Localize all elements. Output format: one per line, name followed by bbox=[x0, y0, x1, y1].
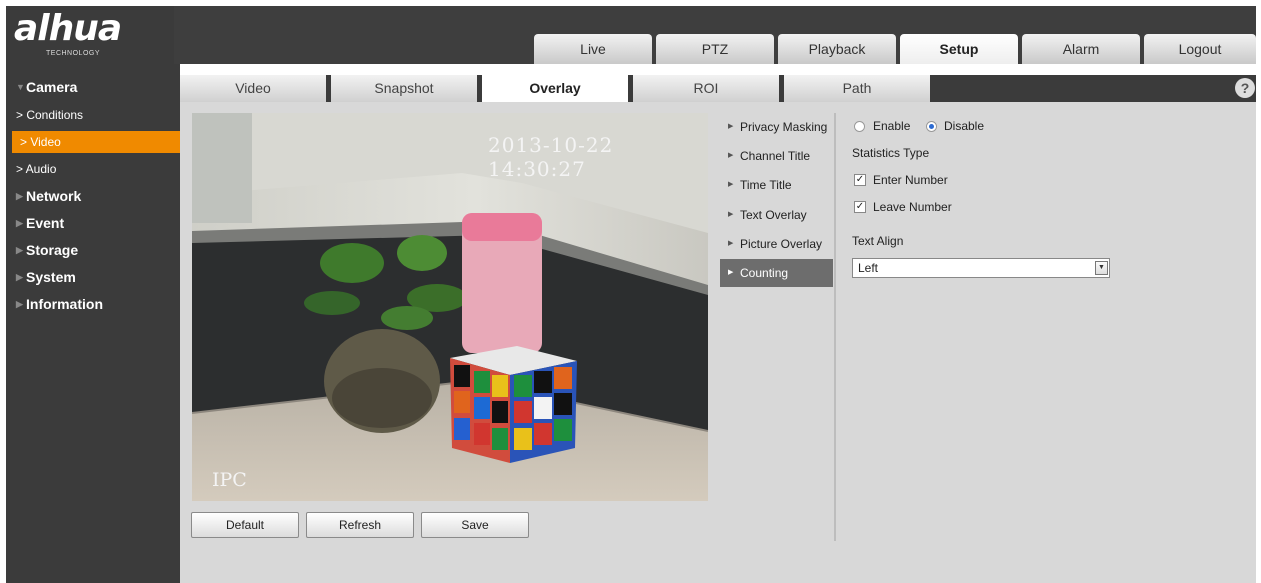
statistics-type-label: Statistics Type bbox=[852, 146, 930, 160]
enter-number-checkbox[interactable]: ✓ bbox=[854, 174, 866, 186]
overlay-menu: ▶ Privacy Masking ▶ Channel Title ▶ Time… bbox=[718, 113, 834, 543]
tab-roi[interactable]: ROI bbox=[633, 75, 779, 102]
sidebar: ▼ Camera > Conditions > Video > Audio ▶ … bbox=[6, 64, 180, 583]
triangle-right-icon: ▶ bbox=[728, 240, 734, 247]
enter-number-label: Enter Number bbox=[873, 173, 948, 187]
top-tab-setup[interactable]: Setup bbox=[900, 34, 1018, 64]
menu-item-counting[interactable]: ▶ Counting bbox=[720, 259, 833, 287]
top-tab-playback[interactable]: Playback bbox=[778, 34, 896, 64]
sidebar-subitem-audio[interactable]: > Audio bbox=[6, 158, 180, 180]
disable-radio[interactable] bbox=[926, 121, 937, 132]
sidebar-item-label: Network bbox=[26, 188, 82, 204]
leave-number-label: Leave Number bbox=[873, 200, 952, 214]
counting-settings: Enable Disable Statistics Type ✓ Enter N… bbox=[852, 113, 1252, 313]
sidebar-item-label: Event bbox=[26, 215, 65, 231]
tab-path[interactable]: Path bbox=[784, 75, 930, 102]
menu-item-time-title[interactable]: ▶ Time Title bbox=[720, 171, 833, 199]
sidebar-item-storage[interactable]: ▶ Storage bbox=[6, 239, 180, 261]
sidebar-subitem-label: > Audio bbox=[16, 162, 57, 176]
sidebar-item-camera[interactable]: ▼ Camera bbox=[6, 76, 180, 98]
sidebar-item-label: Storage bbox=[26, 242, 79, 258]
brand-logo: alhua TECHNOLOGY bbox=[6, 6, 174, 64]
sidebar-subitem-conditions[interactable]: > Conditions bbox=[6, 104, 180, 126]
video-preview: 2013-10-22 14:30:27 IPC bbox=[192, 113, 708, 501]
menu-item-text-overlay[interactable]: ▶ Text Overlay bbox=[720, 201, 833, 229]
triangle-right-icon: ▶ bbox=[728, 152, 734, 159]
menu-item-picture-overlay[interactable]: ▶ Picture Overlay bbox=[720, 230, 833, 258]
question-circle-icon[interactable]: ? bbox=[1235, 78, 1255, 98]
video-timestamp: 2013-10-22 14:30:27 bbox=[488, 133, 614, 181]
triangle-right-icon: ▶ bbox=[16, 218, 23, 228]
tab-video[interactable]: Video bbox=[180, 75, 326, 102]
triangle-right-icon: ▶ bbox=[16, 245, 23, 255]
menu-item-label: Channel Title bbox=[740, 149, 811, 163]
top-tab-logout[interactable]: Logout bbox=[1144, 34, 1256, 64]
menu-item-label: Counting bbox=[740, 266, 789, 280]
top-tab-alarm[interactable]: Alarm bbox=[1022, 34, 1140, 64]
brand-subtitle: TECHNOLOGY bbox=[46, 50, 101, 57]
disable-label: Disable bbox=[944, 119, 985, 133]
sidebar-subitem-video[interactable]: > Video bbox=[12, 131, 180, 153]
sidebar-item-label: Information bbox=[26, 296, 103, 312]
menu-item-label: Time Title bbox=[740, 178, 792, 192]
save-button[interactable]: Save bbox=[421, 512, 529, 538]
triangle-right-icon: ▶ bbox=[728, 211, 734, 218]
triangle-right-icon: ▶ bbox=[728, 269, 734, 276]
text-align-label: Text Align bbox=[852, 234, 904, 248]
leave-number-checkbox[interactable]: ✓ bbox=[854, 201, 866, 213]
triangle-down-icon: ▼ bbox=[16, 82, 25, 92]
brand-name: alhua bbox=[14, 8, 122, 49]
top-header: alhua TECHNOLOGY Live PTZ Playback Setup… bbox=[6, 6, 1256, 64]
text-align-value: Left bbox=[858, 261, 879, 275]
sidebar-subitem-label: > Video bbox=[20, 135, 61, 149]
menu-divider bbox=[834, 113, 836, 541]
menu-item-label: Text Overlay bbox=[740, 208, 807, 222]
sub-tab-bar: Video Snapshot Overlay ROI Path ? bbox=[180, 75, 1256, 102]
triangle-right-icon: ▶ bbox=[16, 299, 23, 309]
chevron-down-icon[interactable]: ▼ bbox=[1095, 261, 1108, 275]
menu-item-channel-title[interactable]: ▶ Channel Title bbox=[720, 142, 833, 170]
sidebar-item-network[interactable]: ▶ Network bbox=[6, 185, 180, 207]
default-button[interactable]: Default bbox=[191, 512, 299, 538]
sidebar-item-event[interactable]: ▶ Event bbox=[6, 212, 180, 234]
triangle-right-icon: ▶ bbox=[16, 272, 23, 282]
triangle-right-icon: ▶ bbox=[16, 191, 23, 201]
sidebar-item-label: System bbox=[26, 269, 76, 285]
sidebar-item-label: Camera bbox=[26, 79, 78, 95]
refresh-button[interactable]: Refresh bbox=[306, 512, 414, 538]
sidebar-subitem-label: > Conditions bbox=[16, 108, 84, 122]
enable-radio[interactable] bbox=[854, 121, 865, 132]
app-window: alhua TECHNOLOGY Live PTZ Playback Setup… bbox=[0, 0, 1261, 583]
sidebar-item-information[interactable]: ▶ Information bbox=[6, 293, 180, 315]
top-tab-live[interactable]: Live bbox=[534, 34, 652, 64]
sidebar-item-system[interactable]: ▶ System bbox=[6, 266, 180, 288]
triangle-right-icon: ▶ bbox=[728, 123, 734, 130]
video-channel-name: IPC bbox=[212, 469, 247, 491]
tab-snapshot[interactable]: Snapshot bbox=[331, 75, 477, 102]
triangle-right-icon: ▶ bbox=[728, 181, 734, 188]
top-tab-ptz[interactable]: PTZ bbox=[656, 34, 774, 64]
tab-overlay[interactable]: Overlay bbox=[482, 75, 628, 102]
overlay-panel: 2013-10-22 14:30:27 IPC Default Refresh … bbox=[180, 102, 1256, 583]
enable-label: Enable bbox=[873, 119, 911, 133]
text-align-select[interactable]: Left ▼ bbox=[852, 258, 1110, 278]
menu-item-label: Privacy Masking bbox=[740, 120, 828, 134]
menu-item-label: Picture Overlay bbox=[740, 237, 823, 251]
menu-item-privacy-masking[interactable]: ▶ Privacy Masking bbox=[720, 113, 833, 141]
